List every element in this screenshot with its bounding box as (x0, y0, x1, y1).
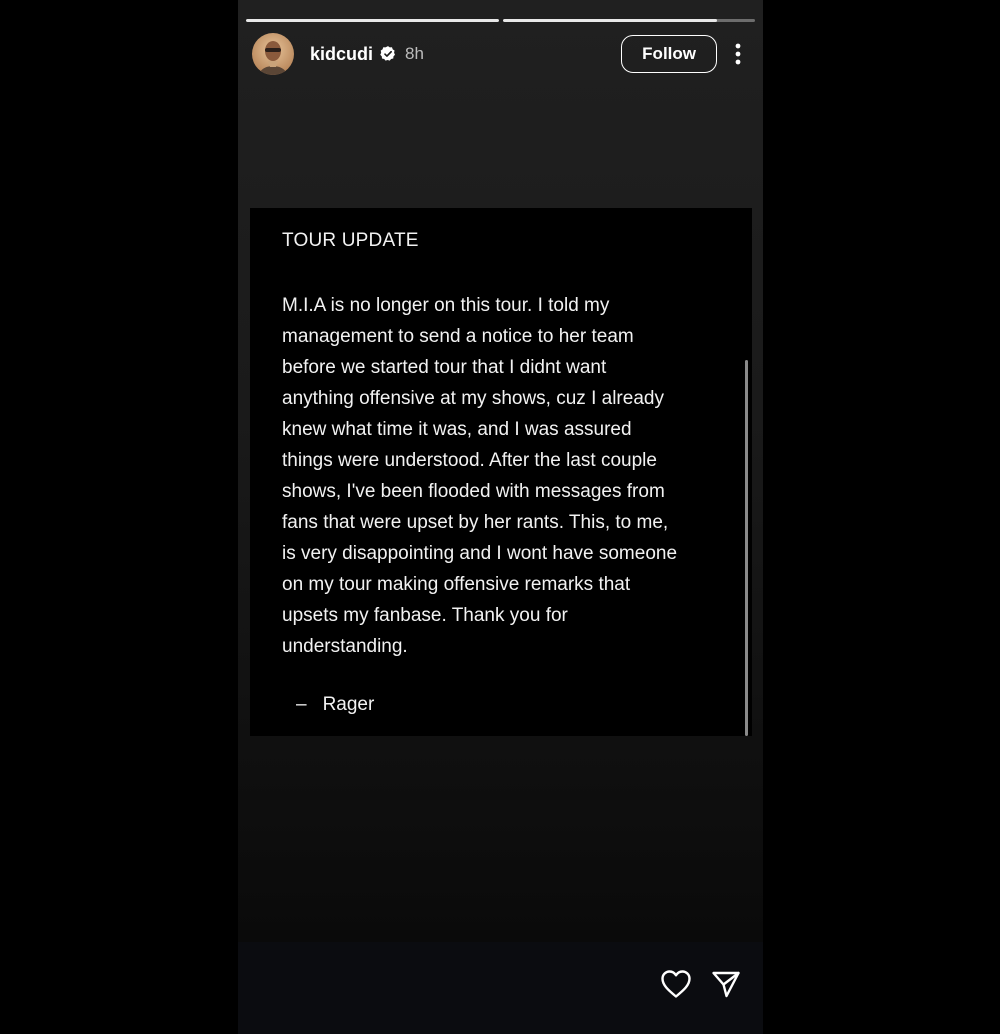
avatar-photo (252, 33, 294, 75)
heart-icon[interactable] (658, 966, 694, 1002)
post-time: 8h (405, 44, 424, 63)
note-signature: – Rager (296, 694, 374, 716)
story-progress (246, 19, 755, 22)
viewer-backdrop: kidcudi 8h Follow TOUR UPDATE M.I.A is n… (0, 0, 1000, 1034)
username[interactable]: kidcudi (310, 44, 373, 65)
story-viewer[interactable]: kidcudi 8h Follow TOUR UPDATE M.I.A is n… (238, 0, 763, 1034)
signature-dash: – (296, 694, 307, 715)
story-text-card: TOUR UPDATE M.I.A is no longer on this t… (250, 208, 752, 736)
avatar[interactable] (252, 33, 294, 75)
progress-segment-1 (246, 19, 499, 22)
scrollbar[interactable] (745, 360, 748, 736)
note-body: M.I.A is no longer on this tour. I told … (282, 295, 678, 657)
progress-fill-1 (246, 19, 499, 22)
story-header: kidcudi 8h Follow (252, 32, 749, 76)
follow-button[interactable]: Follow (621, 35, 717, 73)
more-vertical-icon[interactable] (727, 35, 749, 73)
progress-fill-2 (502, 19, 718, 22)
verified-badge-icon (379, 45, 397, 63)
send-icon[interactable] (708, 966, 744, 1002)
signature-name: Rager (322, 694, 375, 715)
note-title: TOUR UPDATE (282, 230, 419, 251)
progress-segment-2 (502, 19, 755, 22)
story-footer (238, 942, 763, 1034)
